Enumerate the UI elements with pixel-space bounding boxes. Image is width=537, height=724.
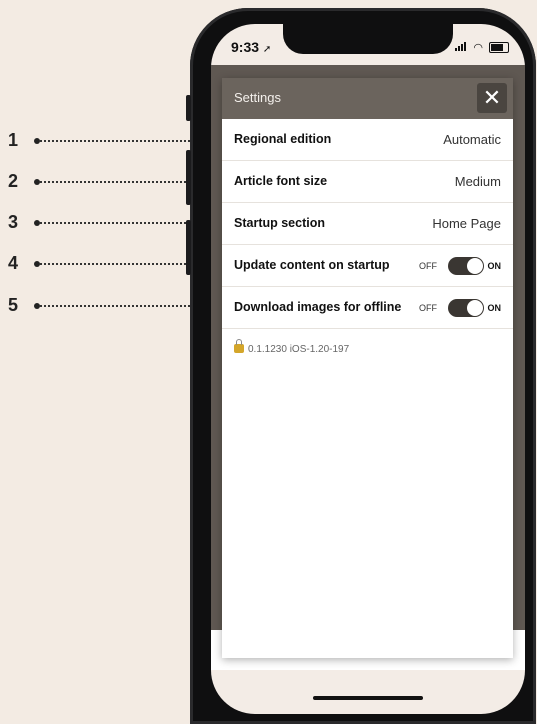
toggle-knob: [467, 258, 483, 274]
setting-label: Update content on startup: [234, 258, 390, 272]
close-button[interactable]: ✕: [477, 83, 507, 113]
setting-startup-section[interactable]: Startup section Home Page: [222, 203, 513, 245]
setting-article-font-size[interactable]: Article font size Medium: [222, 161, 513, 203]
version-label: 0.1.1230 iOS-1.20-197: [248, 344, 350, 355]
setting-value: Automatic: [443, 132, 501, 147]
setting-label: Download images for offline: [234, 300, 402, 314]
callout-number: 1: [8, 130, 19, 150]
setting-label: Article font size: [234, 174, 328, 188]
setting-update-content-on-startup: Update content on startup OFF ON: [222, 245, 513, 287]
setting-label: Startup section: [234, 216, 325, 230]
setting-regional-edition[interactable]: Regional edition Automatic: [222, 119, 513, 161]
setting-value: Medium: [454, 174, 501, 189]
download-images-toggle-group: OFF ON: [411, 299, 501, 317]
callout-number: 5: [8, 295, 19, 315]
lock-icon: [234, 339, 244, 353]
time-label: 9:33: [231, 39, 260, 55]
toggle-off-label: OFF: [419, 261, 437, 271]
notch: [283, 24, 453, 54]
toggle-on-label: ON: [487, 303, 502, 313]
cellular-signal-icon: [455, 41, 467, 51]
settings-title: Settings: [234, 90, 281, 105]
download-images-toggle[interactable]: [448, 299, 484, 317]
location-arrow-icon: ➚: [262, 44, 272, 55]
mute-switch: [186, 95, 191, 121]
update-content-toggle[interactable]: [448, 257, 484, 275]
setting-download-images-offline: Download images for offline OFF ON: [222, 287, 513, 329]
volume-up-button: [186, 150, 191, 205]
status-icons: ◠: [455, 40, 510, 54]
callout-number: 2: [8, 171, 19, 191]
toggle-off-label: OFF: [419, 303, 437, 313]
home-indicator[interactable]: [313, 696, 423, 700]
setting-value: Home Page: [432, 216, 501, 231]
battery-icon: [489, 42, 510, 54]
setting-label: Regional edition: [234, 132, 332, 146]
settings-header: Settings ✕: [222, 78, 513, 119]
callout-number: 4: [8, 253, 19, 273]
version-info: 0.1.1230 iOS-1.20-197: [234, 339, 350, 355]
settings-modal: Settings ✕ Regional edition Automatic Ar…: [222, 78, 513, 658]
status-time: 9:33 ➚: [231, 39, 271, 55]
update-content-toggle-group: OFF ON: [411, 257, 501, 275]
wifi-icon: ◠: [473, 42, 483, 54]
callout-number: 3: [8, 212, 19, 232]
toggle-on-label: ON: [487, 261, 502, 271]
close-icon: ✕: [482, 85, 502, 110]
volume-down-button: [186, 220, 191, 275]
toggle-knob: [467, 300, 483, 316]
